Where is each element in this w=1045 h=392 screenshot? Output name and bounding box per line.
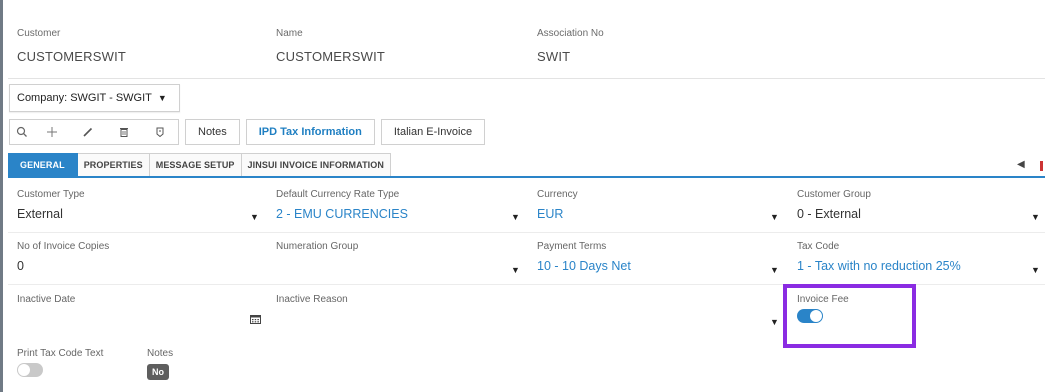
tab-bar: GENERAL PROPERTIES MESSAGE SETUP JINSUI … [8,153,391,177]
association-value: SWIT [537,49,571,64]
calendar-icon[interactable] [250,314,261,324]
notes-label: Notes [147,348,174,359]
association-field: Association No SWIT [537,28,604,64]
notes-field: Notes No [147,348,173,380]
currency-rate-type-label: Default Currency Rate Type [276,189,400,200]
customer-type-dropdown-icon[interactable]: ▼ [250,212,259,222]
currency-rate-type-field[interactable]: Default Currency Rate Type 2 - EMU CURRE… [276,189,408,221]
currency-dropdown-icon[interactable]: ▼ [770,212,779,222]
customer-label: Customer [17,28,61,39]
search-icon[interactable] [10,120,34,144]
tab-jinsui-invoice-information[interactable]: JINSUI INVOICE INFORMATION [241,153,391,177]
tab-scroll-left-icon[interactable]: ◀ [1017,159,1025,170]
inactive-reason-field[interactable]: Inactive Reason [276,294,348,312]
ipd-tax-information-button[interactable]: IPD Tax Information [245,119,375,145]
invoice-copies-label: No of Invoice Copies [17,241,110,252]
customer-type-value: External [17,207,63,221]
inactive-date-label: Inactive Date [17,294,76,305]
print-tax-code-text-field: Print Tax Code Text [17,348,103,377]
tax-code-field[interactable]: Tax Code 1 - Tax with no reduction 25% [797,241,961,273]
italian-e-invoice-button[interactable]: Italian E-Invoice [380,119,486,145]
customer-group-field[interactable]: Customer Group 0 - External [797,189,871,221]
payment-terms-field[interactable]: Payment Terms 10 - 10 Days Net [537,241,631,273]
payment-terms-dropdown-icon[interactable]: ▼ [770,265,779,275]
tax-code-dropdown-icon[interactable]: ▼ [1031,265,1040,275]
header-divider [8,78,1045,79]
company-label: Company: SWGIT - SWGIT [17,92,152,104]
company-selector[interactable]: Company: SWGIT - SWGIT ▼ [9,84,180,112]
payment-terms-label: Payment Terms [537,241,607,252]
row-divider [8,232,1045,233]
numeration-group-label: Numeration Group [276,241,359,252]
caret-down-icon: ▼ [157,93,167,103]
print-tax-code-text-toggle[interactable] [17,363,43,377]
customer-type-label: Customer Type [17,189,85,200]
tab-properties[interactable]: PROPERTIES [77,153,150,177]
currency-rate-type-dropdown-icon[interactable]: ▼ [511,212,520,222]
tax-code-label: Tax Code [797,241,840,252]
tax-code-value[interactable]: 1 - Tax with no reduction 25% [797,259,961,273]
currency-rate-type-value[interactable]: 2 - EMU CURRENCIES [276,207,408,221]
notes-badge[interactable]: No [147,364,169,380]
highlight-box [783,284,916,348]
duplicate-icon[interactable] [142,120,178,144]
tab-scroll-marker [1040,161,1043,171]
inactive-reason-dropdown-icon[interactable]: ▼ [770,317,779,327]
customer-field: Customer CUSTOMERSWIT [17,28,126,64]
delete-icon[interactable] [106,120,142,144]
invoice-copies-value[interactable]: 0 [17,259,109,273]
print-tax-code-text-label: Print Tax Code Text [17,348,104,359]
tab-underline [8,176,1045,178]
inactive-date-field[interactable]: Inactive Date [17,294,75,312]
currency-label: Currency [537,189,578,200]
customer-value: CUSTOMERSWIT [17,49,127,64]
tab-general[interactable]: GENERAL [8,153,78,177]
currency-field[interactable]: Currency EUR [537,189,578,221]
currency-value[interactable]: EUR [537,207,578,221]
name-value: CUSTOMERSWIT [276,49,386,64]
toggle-knob [18,364,30,376]
name-label: Name [276,28,303,39]
numeration-group-dropdown-icon[interactable]: ▼ [511,265,520,275]
customer-group-dropdown-icon[interactable]: ▼ [1031,212,1040,222]
name-field: Name CUSTOMERSWIT [276,28,385,64]
window-left-border [0,0,3,392]
edit-icon[interactable] [70,120,106,144]
notes-button[interactable]: Notes [185,119,240,145]
inactive-reason-label: Inactive Reason [276,294,348,305]
toolbar: Notes IPD Tax Information Italian E-Invo… [9,119,486,145]
customer-group-label: Customer Group [797,189,871,200]
icon-toolbar [9,119,179,145]
association-label: Association No [537,28,604,39]
tab-message-setup[interactable]: MESSAGE SETUP [149,153,242,177]
add-icon[interactable] [34,120,70,144]
customer-group-value: 0 - External [797,207,861,221]
invoice-copies-field[interactable]: No of Invoice Copies 0 [17,241,109,273]
customer-type-field[interactable]: Customer Type External [17,189,85,221]
payment-terms-value[interactable]: 10 - 10 Days Net [537,259,631,273]
numeration-group-field[interactable]: Numeration Group [276,241,358,259]
